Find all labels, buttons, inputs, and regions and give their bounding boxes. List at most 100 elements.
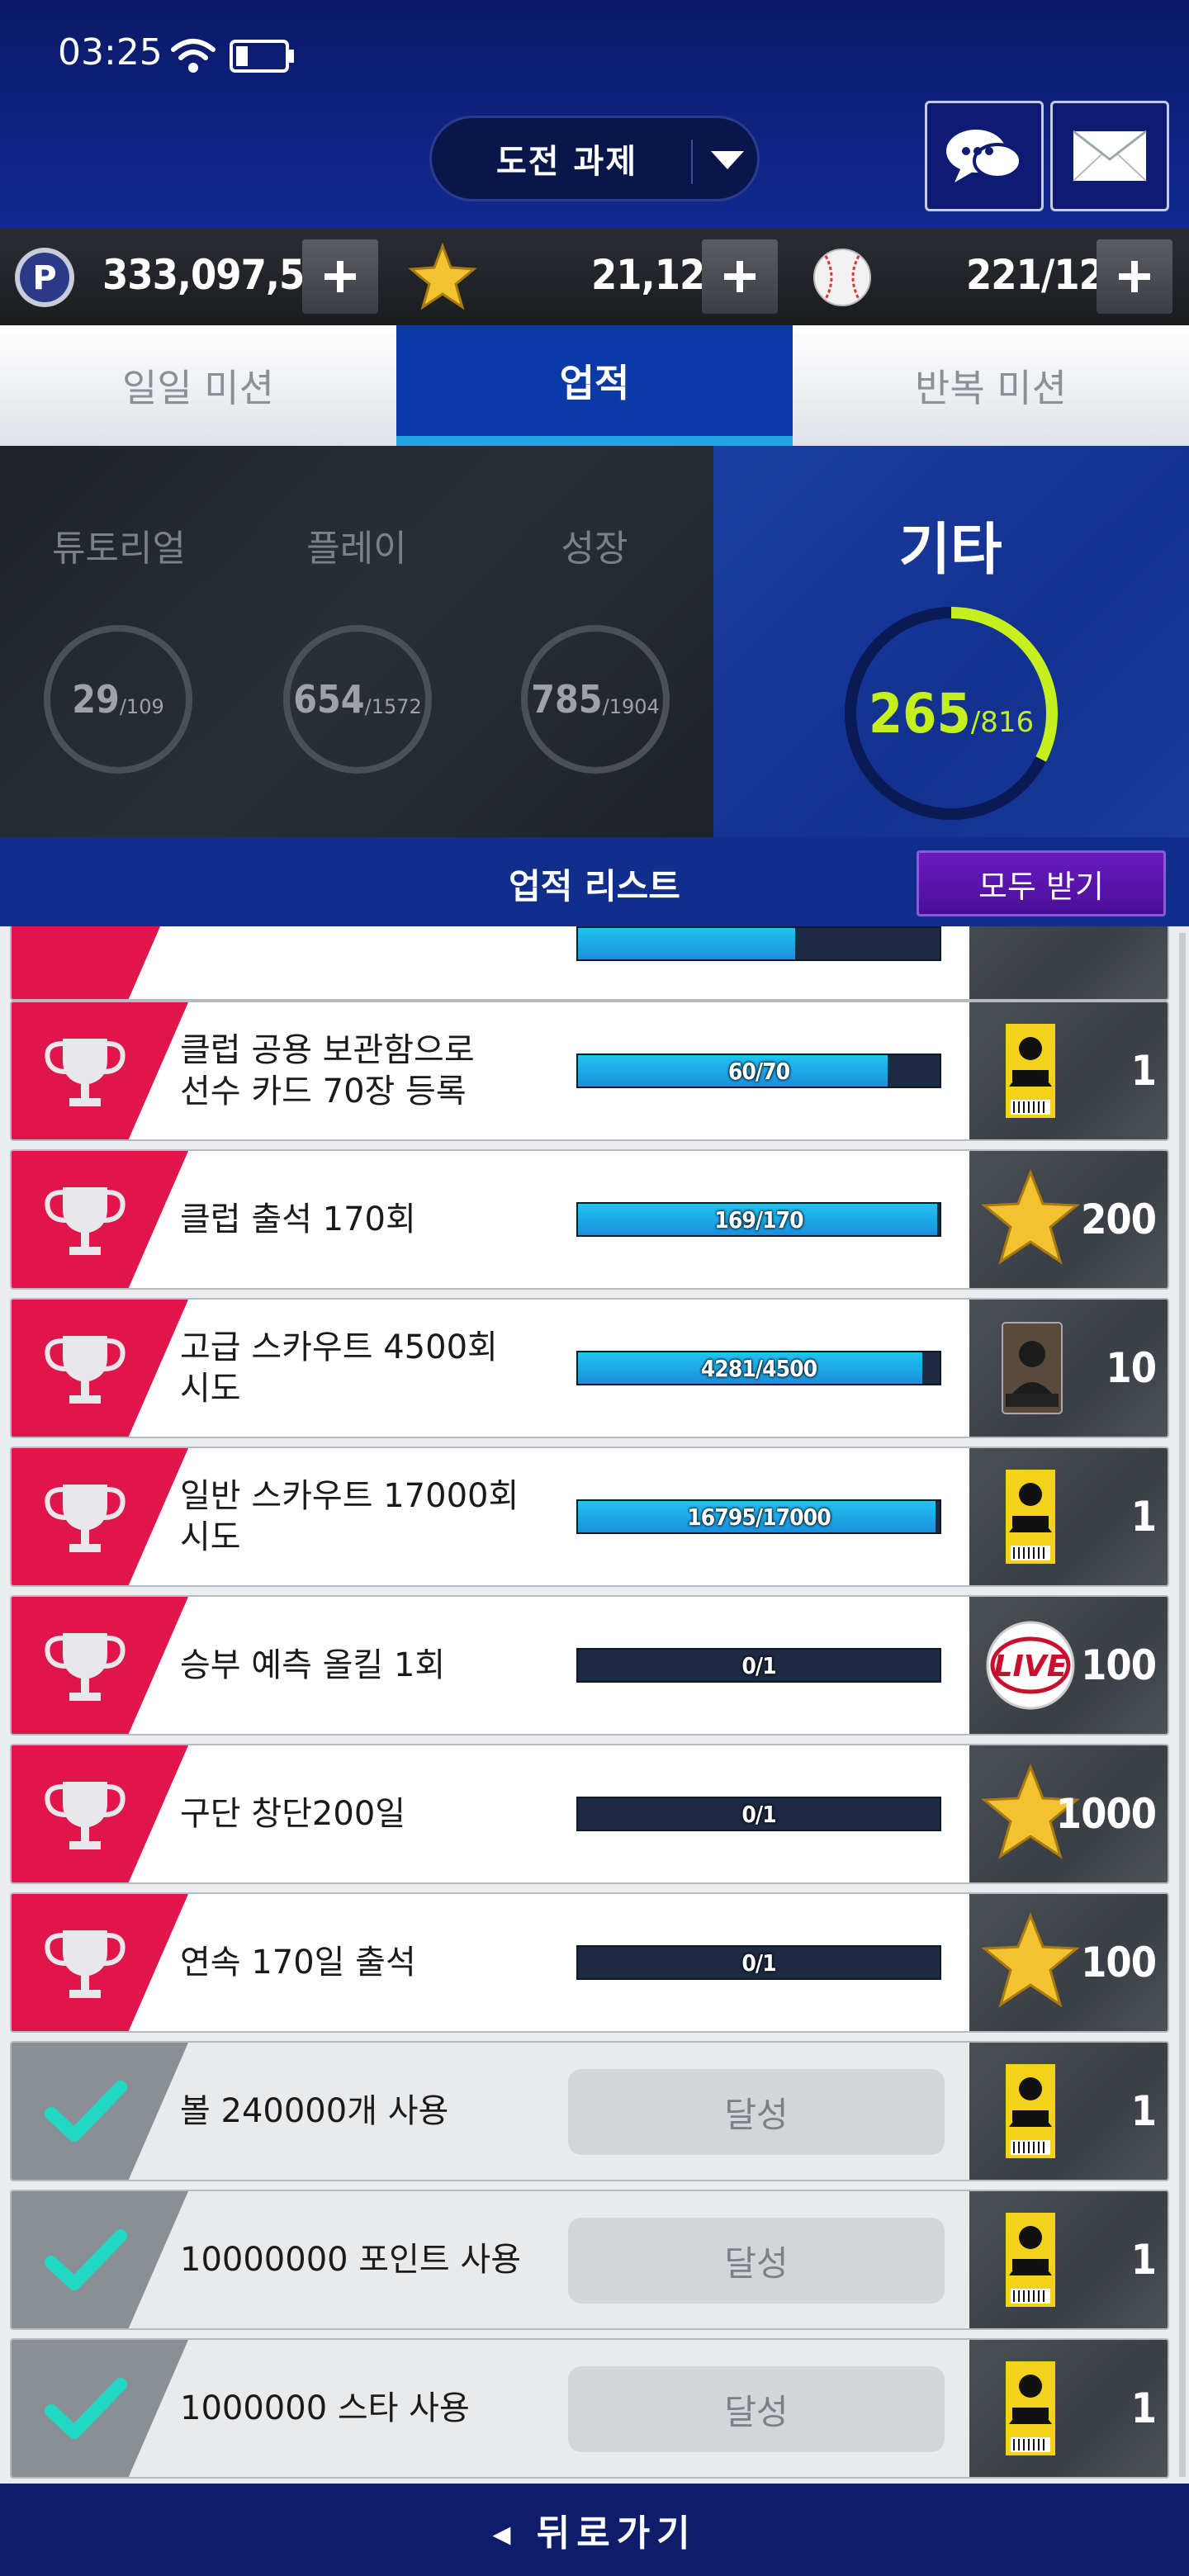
reward-box[interactable]: 100 bbox=[969, 1894, 1168, 2031]
list-item[interactable]: 일반 스카우트 17000회 시도 16795/17000 1 bbox=[10, 1447, 1169, 1587]
ribbon-shape bbox=[12, 926, 161, 999]
currency-bar: P 333,097,567 21,129 221/120 bbox=[0, 228, 1189, 325]
completed-button[interactable]: 달성 bbox=[568, 2069, 945, 2155]
reward-quantity: 1 bbox=[1130, 2087, 1157, 2135]
check-icon bbox=[40, 2365, 130, 2459]
trophy-icon bbox=[40, 1919, 130, 2013]
reward-quantity: 100 bbox=[1081, 1641, 1157, 1689]
list-item[interactable]: 연속 170일 출석 0/1 100 bbox=[10, 1892, 1169, 2033]
list-item[interactable]: 승부 예측 올킬 1회 0/1 LIVE 100 bbox=[10, 1595, 1169, 1735]
category-play-current: 654 bbox=[293, 677, 365, 722]
trophy-icon bbox=[40, 1770, 130, 1864]
check-icon bbox=[40, 2067, 130, 2162]
tab-repeat-mission[interactable]: 반복 미션 bbox=[793, 325, 1189, 446]
mission-text: 연속 170일 출석 bbox=[180, 1944, 416, 1982]
category-growth-current: 785 bbox=[531, 677, 603, 722]
add-balls-button[interactable] bbox=[1097, 239, 1172, 314]
category-etc-total: /816 bbox=[970, 706, 1035, 739]
reward-box[interactable]: 1 bbox=[969, 2191, 1168, 2328]
category-tutorial-ring[interactable]: 29/109 bbox=[41, 623, 195, 776]
star-icon bbox=[408, 243, 477, 310]
category-growth-ring[interactable]: 785/1904 bbox=[519, 623, 672, 776]
add-stars-button[interactable] bbox=[702, 239, 778, 314]
list-item[interactable]: 구단 창단200일 0/1 1000 bbox=[10, 1744, 1169, 1884]
achievement-list[interactable]: 클럽 공용 보관함으로 선수 카드 70장 등록 60/70 1 클럽 출석 170회… bbox=[0, 926, 1189, 2484]
reward-quantity: 1 bbox=[1130, 2236, 1157, 2284]
reward-box[interactable]: 1000 bbox=[969, 1745, 1168, 1882]
mission-text: 구단 창단200일 bbox=[180, 1795, 406, 1833]
category-play-label[interactable]: 플레이 bbox=[266, 519, 448, 571]
mail-button[interactable] bbox=[1050, 101, 1169, 211]
reward-box[interactable]: 10 bbox=[969, 1300, 1168, 1437]
mission-text: 고급 스카우트 4500회 시도 bbox=[180, 1328, 498, 1408]
category-play-ring[interactable]: 654/1572 bbox=[281, 623, 434, 776]
footer: ◂ 뒤로가기 bbox=[0, 2484, 1189, 2576]
claim-all-button[interactable]: 모두 받기 bbox=[917, 850, 1166, 916]
reward-box[interactable]: 1 bbox=[969, 2043, 1168, 2180]
title-divider bbox=[691, 140, 693, 184]
back-button[interactable]: ◂ 뒤로가기 bbox=[0, 2503, 1189, 2556]
trophy-icon bbox=[40, 1176, 130, 1270]
list-item-partial bbox=[10, 926, 1169, 1001]
list-item[interactable]: 볼 240000개 사용 달성 1 bbox=[10, 2041, 1169, 2181]
scout-ticket-icon bbox=[981, 2209, 1080, 2310]
mission-tabs: 일일 미션 업적 반복 미션 bbox=[0, 325, 1189, 446]
add-points-button[interactable] bbox=[302, 239, 378, 314]
star-icon bbox=[981, 1911, 1080, 2013]
reward-quantity: 1 bbox=[1130, 1493, 1157, 1541]
progress-label: 4281/4500 bbox=[700, 1354, 817, 1382]
progress-label: 0/1 bbox=[741, 1800, 776, 1828]
wifi-icon bbox=[171, 39, 216, 73]
scout-ticket-icon bbox=[981, 2358, 1080, 2459]
trophy-icon bbox=[40, 1622, 130, 1716]
mission-text: 1000000 스타 사용 bbox=[180, 2389, 470, 2427]
progress-label: 16795/17000 bbox=[687, 1503, 831, 1531]
list-item[interactable]: 클럽 공용 보관함으로 선수 카드 70장 등록 60/70 1 bbox=[10, 1001, 1169, 1141]
star-icon bbox=[981, 1168, 1080, 1270]
tab-achievements[interactable]: 업적 bbox=[396, 325, 793, 446]
category-growth-label[interactable]: 성장 bbox=[504, 519, 685, 571]
live-icon: LIVE bbox=[981, 1615, 1080, 1716]
reward-quantity: 200 bbox=[1081, 1196, 1157, 1243]
completed-button[interactable]: 달성 bbox=[568, 2218, 945, 2304]
reward-box[interactable]: LIVE 100 bbox=[969, 1597, 1168, 1734]
list-item[interactable]: 10000000 포인트 사용 달성 1 bbox=[10, 2190, 1169, 2330]
progress-bar: 16795/17000 bbox=[576, 1499, 941, 1534]
reward-box[interactable]: 1 bbox=[969, 2340, 1168, 2477]
list-item[interactable]: 1000000 스타 사용 달성 1 bbox=[10, 2338, 1169, 2479]
svg-text:LIVE: LIVE bbox=[994, 1650, 1068, 1683]
reward-quantity: 100 bbox=[1081, 1939, 1157, 1986]
reward-quantity: 1000 bbox=[1055, 1790, 1157, 1838]
tab-daily-mission[interactable]: 일일 미션 bbox=[0, 325, 396, 446]
check-icon bbox=[40, 2216, 130, 2310]
progress-bar: 0/1 bbox=[576, 1945, 941, 1980]
category-tutorial-total: /109 bbox=[119, 695, 164, 718]
mission-text: 클럽 공용 보관함으로 선수 카드 70장 등록 bbox=[180, 1031, 475, 1110]
list-scrollbar[interactable] bbox=[1179, 933, 1186, 2477]
reward-box[interactable]: 200 bbox=[969, 1151, 1168, 1288]
trophy-icon bbox=[40, 1027, 130, 1121]
mission-text: 10000000 포인트 사용 bbox=[180, 2241, 522, 2279]
progress-bar: 0/1 bbox=[576, 1797, 941, 1831]
category-tutorial-current: 29 bbox=[72, 677, 120, 722]
chat-button[interactable] bbox=[925, 101, 1044, 211]
reward-box[interactable]: 1 bbox=[969, 1002, 1168, 1139]
list-item[interactable]: 클럽 출석 170회 169/170 200 bbox=[10, 1149, 1169, 1290]
category-tutorial-label[interactable]: 튜토리얼 bbox=[28, 519, 210, 571]
premium-card-icon bbox=[981, 1318, 1080, 1418]
category-etc-ring[interactable]: 265/816 bbox=[841, 603, 1062, 824]
reward-box[interactable]: 1 bbox=[969, 1448, 1168, 1585]
mission-text: 볼 240000개 사용 bbox=[180, 2092, 449, 2130]
progress-label: 0/1 bbox=[741, 1651, 776, 1679]
chat-icon bbox=[946, 130, 1022, 182]
list-item[interactable]: 고급 스카우트 4500회 시도 4281/4500 10 bbox=[10, 1298, 1169, 1438]
chevron-down-icon bbox=[711, 151, 744, 169]
category-etc-label[interactable]: 기타 bbox=[855, 504, 1045, 585]
point-coin-icon: P bbox=[15, 248, 74, 307]
completed-button[interactable]: 달성 bbox=[568, 2366, 945, 2452]
progress-bar: 169/170 bbox=[576, 1202, 941, 1237]
scout-ticket-icon bbox=[981, 2061, 1080, 2162]
progress-label: 169/170 bbox=[714, 1205, 803, 1234]
title-dropdown[interactable]: 도전 과제 bbox=[429, 116, 760, 201]
category-etc-current: 265 bbox=[868, 681, 971, 746]
